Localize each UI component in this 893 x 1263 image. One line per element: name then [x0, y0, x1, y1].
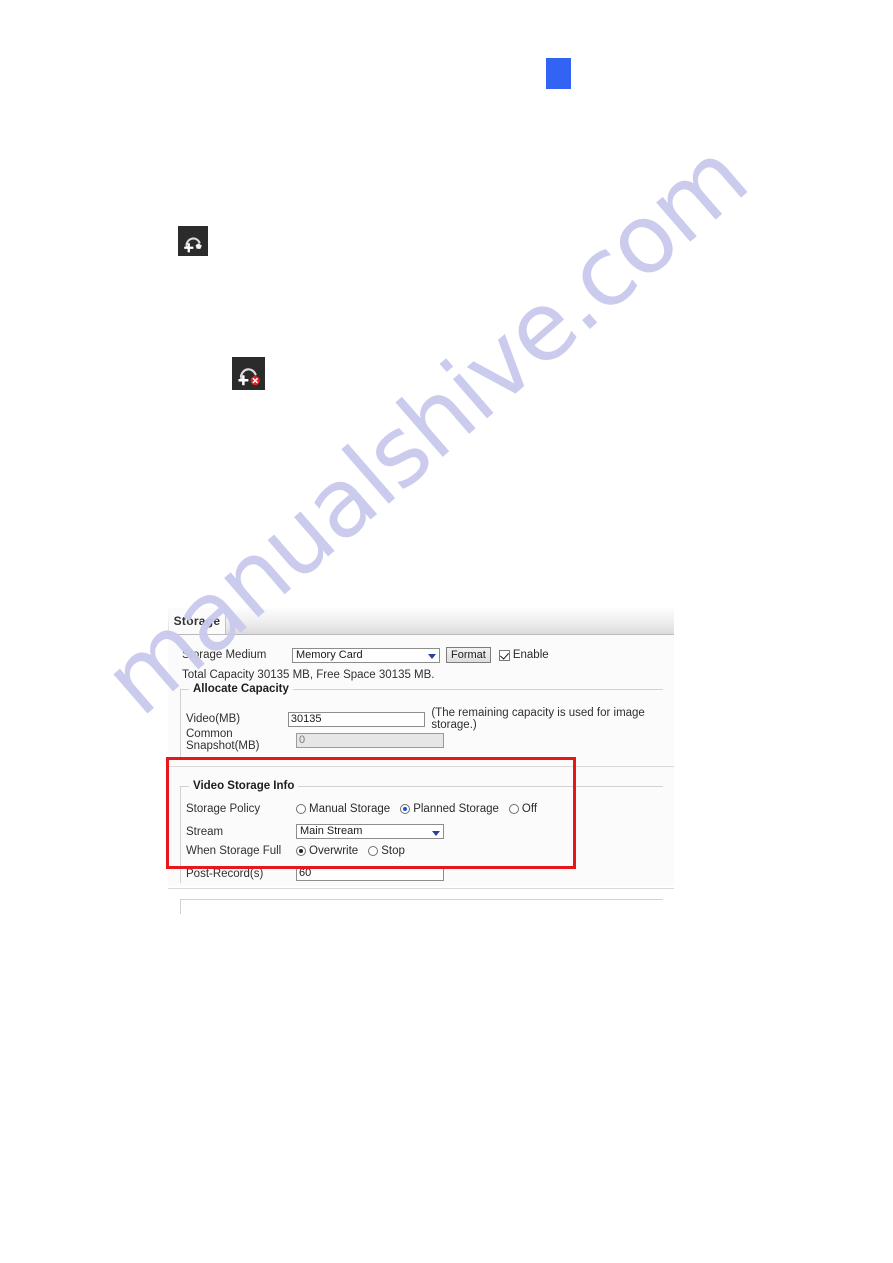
capacity-summary-text: Total Capacity 30135 MB, Free Space 3013… [182, 669, 435, 681]
storage-policy-label: Storage Policy [186, 803, 261, 815]
bottom-divider [168, 888, 674, 889]
common-snapshot-label: Common Snapshot(MB) [186, 728, 260, 752]
radio-manual-storage-dot[interactable] [296, 804, 306, 814]
radio-stop-dot[interactable] [368, 846, 379, 856]
blue-square-marker [546, 58, 571, 89]
when-storage-full-row: When Storage Full Overwrite Stop [186, 845, 410, 857]
stream-value: Main Stream [300, 825, 363, 837]
video-storage-info-legend: Video Storage Info [189, 780, 299, 792]
radio-manual-storage[interactable]: Manual Storage [296, 803, 390, 815]
radio-overwrite-label: Overwrite [309, 845, 359, 857]
enable-checkbox-wrap[interactable]: Enable [498, 649, 549, 661]
enable-checkbox[interactable] [498, 649, 510, 661]
chevron-down-icon [428, 654, 436, 659]
video-mb-hint: (The remaining capacity is used for imag… [431, 707, 645, 731]
storage-medium-value: Memory Card [296, 648, 363, 661]
common-snapshot-input: 0 [296, 732, 444, 748]
video-mb-input[interactable]: 30135 [287, 711, 426, 727]
panel-body: Storage Medium Memory Card Format Enable… [168, 635, 674, 914]
video-mb-label: Video(MB) [186, 713, 241, 725]
format-button[interactable]: Format [446, 647, 491, 663]
chevron-down-icon [432, 830, 440, 836]
storage-medium-select[interactable]: Memory Card [292, 647, 440, 663]
tab-storage[interactable]: Storage [169, 608, 226, 634]
add-preset-icon [178, 226, 208, 256]
radio-planned-storage-dot[interactable] [400, 804, 411, 814]
post-record-label: Post-Record(s) [186, 867, 264, 880]
radio-manual-storage-label: Manual Storage [309, 803, 391, 815]
capacity-summary-row: Total Capacity 30135 MB, Free Space 3013… [182, 669, 435, 681]
radio-overwrite[interactable]: Overwrite [296, 845, 358, 857]
next-section-fieldset [180, 899, 663, 914]
radio-off-label: Off [521, 803, 538, 815]
post-record-row: Post-Record(s) 60 [186, 866, 444, 881]
storage-medium-label: Storage Medium [182, 649, 267, 661]
radio-overwrite-dot[interactable] [296, 846, 306, 856]
tab-bar: Storage [168, 608, 674, 635]
radio-stop-label: Stop [381, 845, 405, 857]
radio-off-dot[interactable] [508, 804, 519, 814]
radio-planned-storage[interactable]: Planned Storage [400, 803, 499, 815]
radio-off[interactable]: Off [508, 803, 538, 815]
storage-settings-panel: Storage Storage Medium Memory Card Forma… [168, 608, 674, 914]
delete-preset-icon [232, 357, 265, 390]
storage-policy-radio-group: Manual Storage Planned Storage Off [296, 803, 542, 815]
section-divider [168, 766, 674, 767]
when-storage-full-radio-group: Overwrite Stop [296, 845, 410, 857]
enable-label: Enable [512, 649, 549, 661]
storage-policy-row: Storage Policy Manual Storage Planned St… [186, 803, 542, 815]
stream-select[interactable]: Main Stream [296, 824, 444, 839]
allocate-capacity-legend: Allocate Capacity [189, 683, 293, 695]
stream-label: Stream [186, 825, 224, 838]
storage-medium-row: Storage Medium Memory Card Format Enable [182, 647, 549, 663]
post-record-input[interactable]: 60 [296, 866, 444, 881]
radio-stop[interactable]: Stop [368, 845, 405, 857]
when-storage-full-label: When Storage Full [186, 845, 282, 857]
common-snapshot-row: Common Snapshot(MB) 0 [186, 728, 444, 752]
radio-planned-storage-label: Planned Storage [413, 803, 499, 815]
stream-row: Stream Main Stream [186, 824, 444, 839]
